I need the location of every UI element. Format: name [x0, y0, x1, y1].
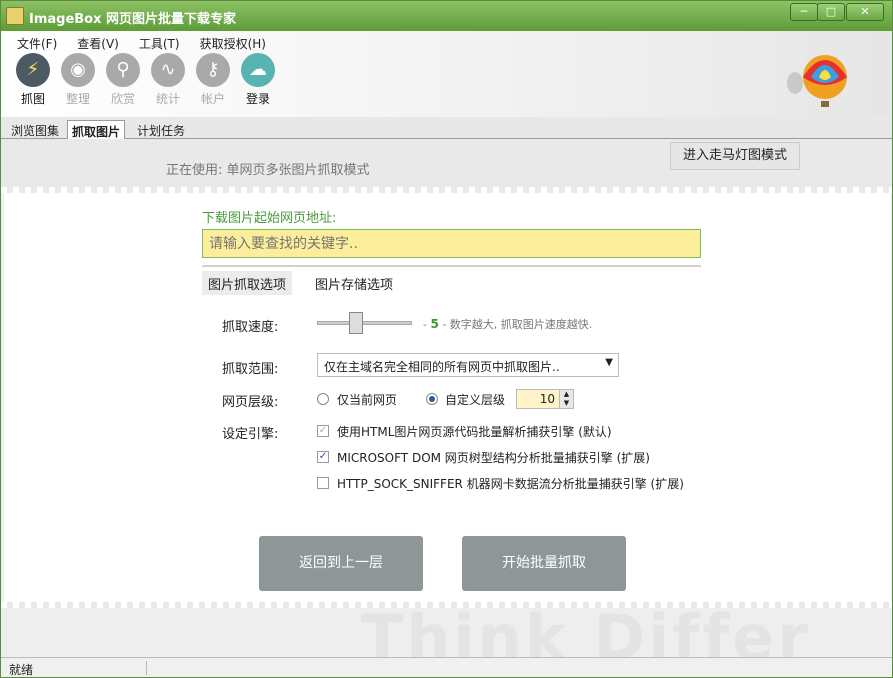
app-icon	[6, 7, 24, 25]
organize-button[interactable]: ◉ 整理	[60, 53, 96, 107]
login-button[interactable]: ☁ 登录	[240, 53, 276, 107]
maximize-icon[interactable]: □	[817, 3, 845, 21]
speed-description: - 5 - 数字越大, 抓取图片速度越快.	[423, 316, 592, 332]
toolbar-band: 文件(F) 查看(V) 工具(T) 获取授权(H) ⚡ 抓图 ◉ 整理 ⚲ 欣赏…	[1, 31, 892, 117]
organize-label: 整理	[65, 92, 90, 106]
status-bar: 就绪	[1, 657, 892, 677]
engine-dom-label: MICROSOFT DOM 网页树型结构分析批量捕获引擎 (扩展)	[337, 451, 650, 465]
login-label: 登录	[245, 92, 270, 106]
key-icon: ⚷	[196, 53, 230, 87]
level-custom-label: 自定义层级	[445, 393, 506, 407]
url-label: 下载图片起始网页地址:	[202, 211, 337, 226]
view-label: 欣赏	[110, 92, 135, 106]
spin-down-icon[interactable]: ▼	[560, 399, 573, 408]
range-selected-value: 仅在主域名完全相同的所有网页中抓取图片..	[324, 360, 560, 374]
app-window: ImageBox 网页图片批量下载专家 ─ □ ✕ 文件(F) 查看(V) 工具…	[0, 0, 893, 678]
title-bar: ImageBox 网页图片批量下载专家 ─ □ ✕	[1, 1, 892, 31]
menu-view[interactable]: 查看(V)	[75, 34, 121, 52]
start-capture-button[interactable]: 开始批量抓取	[462, 536, 626, 591]
level-spinner[interactable]: 10 ▲ ▼	[516, 389, 574, 409]
tab-browse-gallery[interactable]: 浏览图集	[7, 120, 63, 139]
url-input[interactable]	[202, 229, 701, 258]
eye-icon: ◉	[61, 53, 95, 87]
status-text: 就绪	[9, 663, 34, 677]
menu-bar: 文件(F) 查看(V) 工具(T) 获取授权(H)	[15, 34, 268, 52]
range-dropdown[interactable]: 仅在主域名完全相同的所有网页中抓取图片.. ▼	[317, 353, 619, 377]
engine-label: 设定引擎:	[222, 427, 279, 442]
menu-license[interactable]: 获取授权(H)	[198, 34, 268, 52]
lightning-icon: ⚡	[16, 53, 50, 87]
capture-form: 下载图片起始网页地址: 图片抓取选项 图片存储选项 抓取速度: - 5 - 数字…	[4, 193, 891, 602]
stats-label: 统计	[155, 92, 180, 106]
chart-line-icon: ∿	[151, 53, 185, 87]
toolbar: ⚡ 抓图 ◉ 整理 ⚲ 欣赏 ∿ 统计 ⚷ 帐户 ☁ 登录	[15, 53, 276, 107]
stats-button[interactable]: ∿ 统计	[150, 53, 186, 107]
tab-scheduled-tasks[interactable]: 计划任务	[133, 120, 189, 139]
divider	[146, 661, 147, 675]
mode-status-text: 正在使用: 单网页多张图片抓取模式	[166, 163, 370, 178]
range-label: 抓取范围:	[222, 362, 279, 377]
cloud-upload-icon: ☁	[241, 53, 275, 87]
tab-capture-images[interactable]: 抓取图片	[67, 120, 126, 139]
spin-up-icon[interactable]: ▲	[560, 390, 573, 399]
engine-html-checkbox[interactable]: ✓	[317, 425, 329, 437]
level-current-label: 仅当前网页	[337, 393, 398, 407]
tab-bar: 浏览图集 抓取图片 计划任务	[1, 117, 892, 139]
minimize-icon[interactable]: ─	[790, 3, 818, 21]
subtab-storage-options[interactable]: 图片存储选项	[309, 271, 399, 295]
engine-html-label: 使用HTML图片网页源代码批量解析捕获引擎 (默认)	[337, 425, 612, 439]
account-label: 帐户	[200, 92, 225, 106]
chevron-down-icon: ▼	[605, 357, 613, 368]
engine-sniffer-checkbox[interactable]	[317, 477, 329, 489]
speed-slider-knob[interactable]	[349, 312, 364, 334]
speed-slider-track[interactable]	[317, 321, 412, 325]
menu-file[interactable]: 文件(F)	[15, 34, 59, 52]
close-icon[interactable]: ✕	[846, 3, 884, 21]
subtab-capture-options[interactable]: 图片抓取选项	[202, 271, 293, 295]
engine-sniffer-label: HTTP_SOCK_SNIFFER 机器网卡数据流分析批量捕获引擎 (扩展)	[337, 477, 684, 491]
capture-label: 抓图	[20, 92, 45, 106]
level-value: 10	[539, 392, 555, 406]
capture-button[interactable]: ⚡ 抓图	[15, 53, 51, 107]
speed-dash: -	[423, 318, 427, 331]
balloon-logo-icon	[787, 55, 847, 107]
account-button[interactable]: ⚷ 帐户	[195, 53, 231, 107]
level-custom-radio[interactable]	[426, 393, 438, 405]
magnifier-icon: ⚲	[106, 53, 140, 87]
speed-label: 抓取速度:	[222, 320, 279, 335]
view-button[interactable]: ⚲ 欣赏	[105, 53, 141, 107]
speed-value: 5	[430, 317, 439, 331]
level-label: 网页层级:	[222, 395, 279, 410]
marquee-mode-button[interactable]: 进入走马灯图模式	[670, 142, 800, 170]
level-current-radio[interactable]	[317, 393, 329, 405]
spinner-buttons[interactable]: ▲ ▼	[559, 390, 573, 408]
divider	[202, 265, 701, 267]
mode-status-area: 正在使用: 单网页多张图片抓取模式 进入走马灯图模式	[1, 139, 892, 191]
engine-dom-checkbox[interactable]: ✓	[317, 451, 329, 463]
window-title: ImageBox 网页图片批量下载专家	[29, 12, 237, 27]
speed-hint: - 数字越大, 抓取图片速度越快.	[442, 318, 593, 331]
back-button[interactable]: 返回到上一层	[259, 536, 423, 591]
menu-tools[interactable]: 工具(T)	[137, 34, 182, 52]
